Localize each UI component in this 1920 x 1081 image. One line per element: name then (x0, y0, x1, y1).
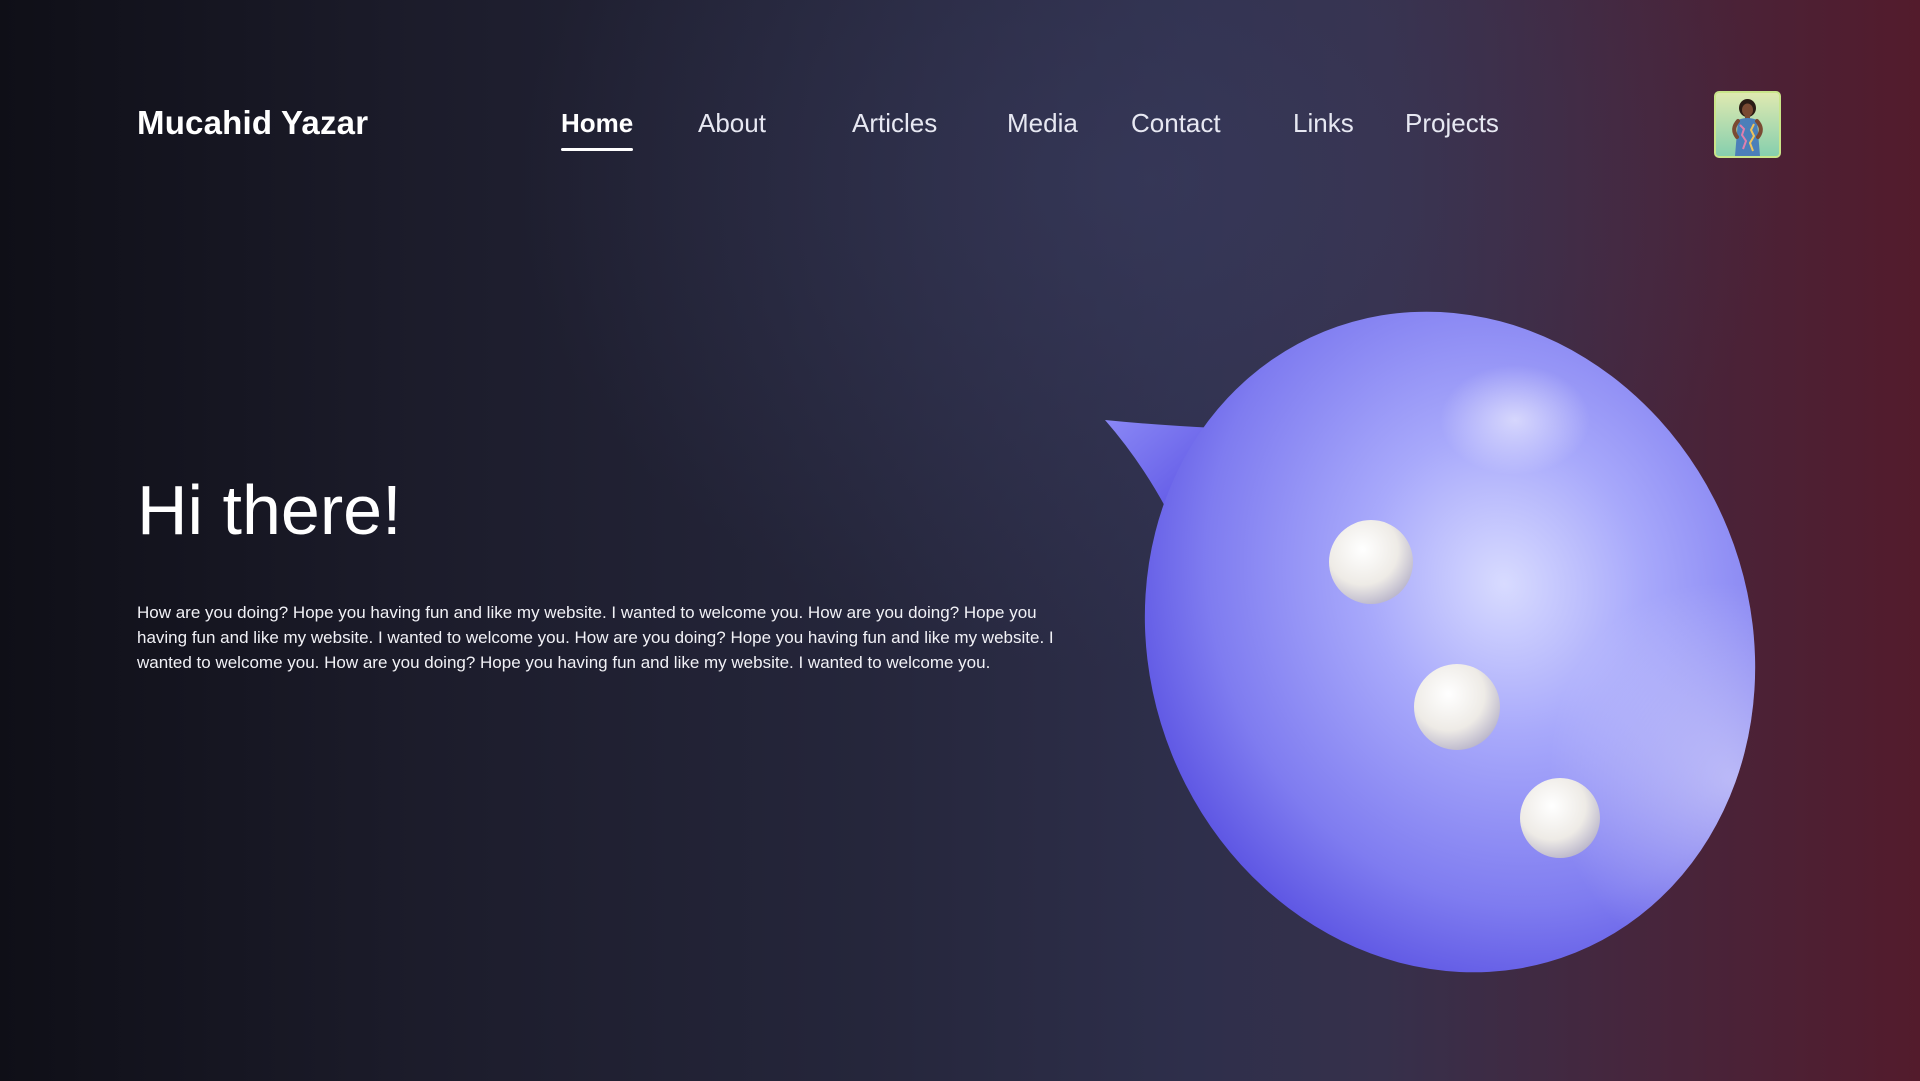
chat-bubble-3d-icon (1095, 300, 1795, 990)
nav-links[interactable]: Links (1293, 108, 1354, 139)
nav-articles-label: Articles (852, 108, 938, 138)
nav-articles[interactable]: Articles (852, 108, 937, 139)
hero-text: How are you doing? Hope you having fun a… (137, 603, 1054, 672)
chat-bubble-illustration (1105, 311, 1756, 973)
nav-media[interactable]: Media (1007, 108, 1078, 139)
nav-about[interactable]: About (698, 108, 766, 139)
nav-home-label: Home (561, 108, 634, 138)
main-nav: Home About Articles Media Contact Links … (0, 0, 1920, 200)
nav-projects-label: Projects (1405, 108, 1499, 138)
nav-contact[interactable]: Contact (1131, 108, 1221, 139)
user-avatar-photo-icon (1716, 93, 1779, 156)
nav-about-label: About (698, 108, 766, 138)
nav-projects[interactable]: Projects (1405, 108, 1499, 139)
nav-home[interactable]: Home (561, 108, 634, 151)
hero-title: Hi there! (137, 471, 402, 549)
user-avatar[interactable] (1714, 91, 1781, 158)
nav-links-label: Links (1293, 108, 1354, 138)
nav-contact-label: Contact (1131, 108, 1221, 138)
nav-media-label: Media (1007, 108, 1078, 138)
nav-active-underline (561, 148, 634, 151)
site-header: Mucahid Yazar Home About Articles Media … (0, 0, 1920, 200)
